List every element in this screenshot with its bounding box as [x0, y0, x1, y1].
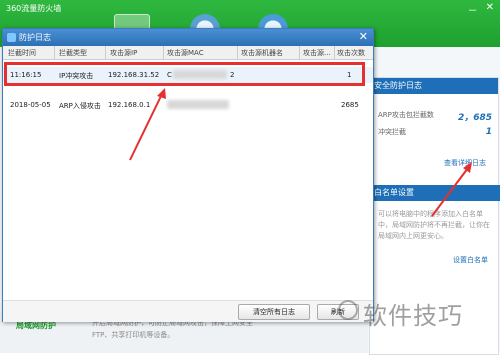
arrow-line-right	[431, 167, 469, 217]
arrow-head-left	[157, 88, 166, 99]
watermark-text: 软件技巧	[363, 302, 463, 330]
arrow-line-left	[129, 93, 163, 161]
watermark-logo	[338, 300, 358, 320]
